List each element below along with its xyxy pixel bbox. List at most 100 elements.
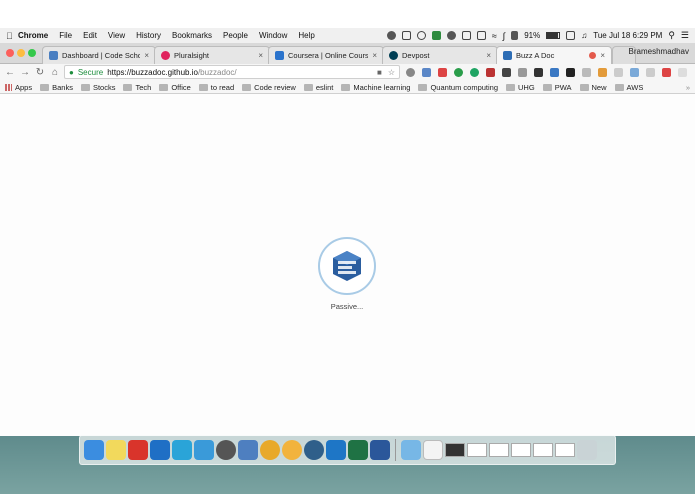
close-tab-icon[interactable]: × (258, 51, 263, 60)
bookmark-stocks[interactable]: Stocks (80, 83, 115, 92)
bookmark-office[interactable]: Office (159, 83, 191, 92)
word-icon[interactable] (370, 440, 390, 460)
bookmark-tech[interactable]: Tech (123, 83, 151, 92)
battery-icon[interactable] (546, 32, 561, 39)
menu-app-chrome[interactable]: Chrome (18, 31, 48, 40)
user-extension-icon[interactable] (422, 68, 431, 77)
menu-bookmarks[interactable]: Bookmarks (172, 31, 212, 40)
chrome-icon[interactable] (260, 440, 280, 460)
menu-history[interactable]: History (136, 31, 161, 40)
calendar-icon[interactable] (128, 440, 148, 460)
lock-icon[interactable] (511, 31, 519, 40)
camera-icon[interactable]: ■ (377, 68, 382, 77)
counter-extension-icon[interactable] (566, 68, 575, 77)
downloads-folder-icon[interactable] (401, 440, 421, 460)
close-tab-icon[interactable]: × (144, 51, 149, 60)
cast-extension-icon[interactable] (678, 68, 687, 77)
notes-icon[interactable] (106, 440, 126, 460)
menu-file[interactable]: File (59, 31, 72, 40)
close-tab-icon[interactable]: × (372, 51, 377, 60)
light-extension-icon[interactable] (582, 68, 591, 77)
outlook-icon[interactable] (150, 440, 170, 460)
volume-icon[interactable]: ♫ (581, 31, 587, 40)
tab-devpost[interactable]: Devpost × (382, 46, 498, 64)
menu-clock[interactable]: Tue Jul 18 6:29 PM (593, 31, 662, 40)
red-extension-icon[interactable] (662, 68, 671, 77)
chrome-canary-icon[interactable] (282, 440, 302, 460)
n-extension-icon[interactable] (614, 68, 623, 77)
document-icon[interactable] (423, 440, 443, 460)
vscode-icon[interactable] (326, 440, 346, 460)
docker-icon[interactable] (304, 440, 324, 460)
lync-icon[interactable] (172, 440, 192, 460)
green-extension-icon[interactable] (454, 68, 463, 77)
gray-extension-icon[interactable] (518, 68, 527, 77)
menu-edit[interactable]: Edit (83, 31, 97, 40)
gmail-extension-icon[interactable] (438, 68, 447, 77)
reload-icon[interactable]: ↻ (34, 67, 46, 78)
minimize-window-icon[interactable] (17, 49, 25, 57)
spotlight-icon[interactable]: ⚲ (668, 30, 675, 41)
tab-buzz-a-doc[interactable]: Buzz A Doc × (496, 46, 612, 64)
shield-icon[interactable] (416, 31, 426, 40)
back-icon[interactable]: ← (4, 67, 16, 78)
skype-icon[interactable] (194, 440, 214, 460)
minimized-window[interactable] (555, 443, 575, 457)
bookmark-aws[interactable]: AWS (614, 83, 643, 92)
square-extension-icon[interactable] (646, 68, 655, 77)
dollar-icon[interactable] (431, 31, 441, 40)
ghost-extension-icon[interactable] (502, 68, 511, 77)
blue-extension-icon[interactable] (550, 68, 559, 77)
minimized-window[interactable] (445, 443, 465, 457)
bookmark-machine-learning[interactable]: Machine learning (341, 83, 410, 92)
bookmarks-overflow-icon[interactable]: » (686, 83, 690, 92)
wifi-icon[interactable]: ≈ (492, 31, 497, 41)
wave-extension-icon[interactable] (630, 68, 639, 77)
close-tab-icon[interactable]: × (486, 51, 491, 60)
virtualbox-icon[interactable] (238, 440, 258, 460)
trash-icon[interactable] (577, 440, 597, 460)
close-tab-icon[interactable]: × (600, 51, 605, 60)
bookmark-code-review[interactable]: Code review (242, 83, 296, 92)
bookmark-new[interactable]: New (579, 83, 607, 92)
bookmark-eslint[interactable]: eslint (303, 83, 333, 92)
profile-name[interactable]: Brameshmadhav (629, 47, 689, 56)
orange-extension-icon[interactable] (598, 68, 607, 77)
red-badge-extension-icon[interactable] (486, 68, 495, 77)
butterfly-icon[interactable] (461, 31, 471, 40)
glasses-icon[interactable] (401, 31, 411, 40)
tab-dashboard-code-school[interactable]: Dashboard | Code School × (42, 46, 156, 64)
finder-icon[interactable] (84, 440, 104, 460)
minimized-window[interactable] (489, 443, 509, 457)
minimized-window[interactable] (533, 443, 553, 457)
bookmark-uhg[interactable]: UHG (506, 83, 535, 92)
menu-people[interactable]: People (223, 31, 248, 40)
bluetooth-icon[interactable]: ∫ (503, 31, 505, 41)
minimized-window[interactable] (511, 443, 531, 457)
home-icon[interactable]: ⌂ (49, 67, 61, 78)
bookmark-banks[interactable]: Banks (40, 83, 73, 92)
bookmark-pwa[interactable]: PWA (542, 83, 572, 92)
bookmark-apps[interactable]: Apps (5, 83, 32, 92)
airplay-icon[interactable] (476, 31, 486, 40)
grammarly-extension-icon[interactable] (470, 68, 479, 77)
power-extension-icon[interactable] (406, 68, 415, 77)
forward-icon[interactable]: → (19, 67, 31, 78)
menu-view[interactable]: View (108, 31, 125, 40)
chat-bubble-icon[interactable] (446, 31, 456, 40)
close-window-icon[interactable] (6, 49, 14, 57)
apple-menu-icon[interactable]:  (6, 31, 18, 41)
menu-help[interactable]: Help (298, 31, 314, 40)
minimized-window[interactable] (467, 443, 487, 457)
system-preferences-icon[interactable] (216, 440, 236, 460)
menu-window[interactable]: Window (259, 31, 287, 40)
tab-coursera[interactable]: Coursera | Online Courses × (268, 46, 384, 64)
pocket-extension-icon[interactable] (534, 68, 543, 77)
zoom-window-icon[interactable] (28, 49, 36, 57)
address-bar[interactable]: ● Secure https://buzzadoc.github.io/buzz… (64, 65, 400, 79)
search-extension-icon[interactable] (386, 31, 396, 40)
excel-icon[interactable] (348, 440, 368, 460)
bookmark-star-icon[interactable]: ☆ (388, 68, 395, 77)
tab-pluralsight[interactable]: Pluralsight × (154, 46, 270, 64)
notification-center-icon[interactable]: ☰ (681, 30, 689, 41)
